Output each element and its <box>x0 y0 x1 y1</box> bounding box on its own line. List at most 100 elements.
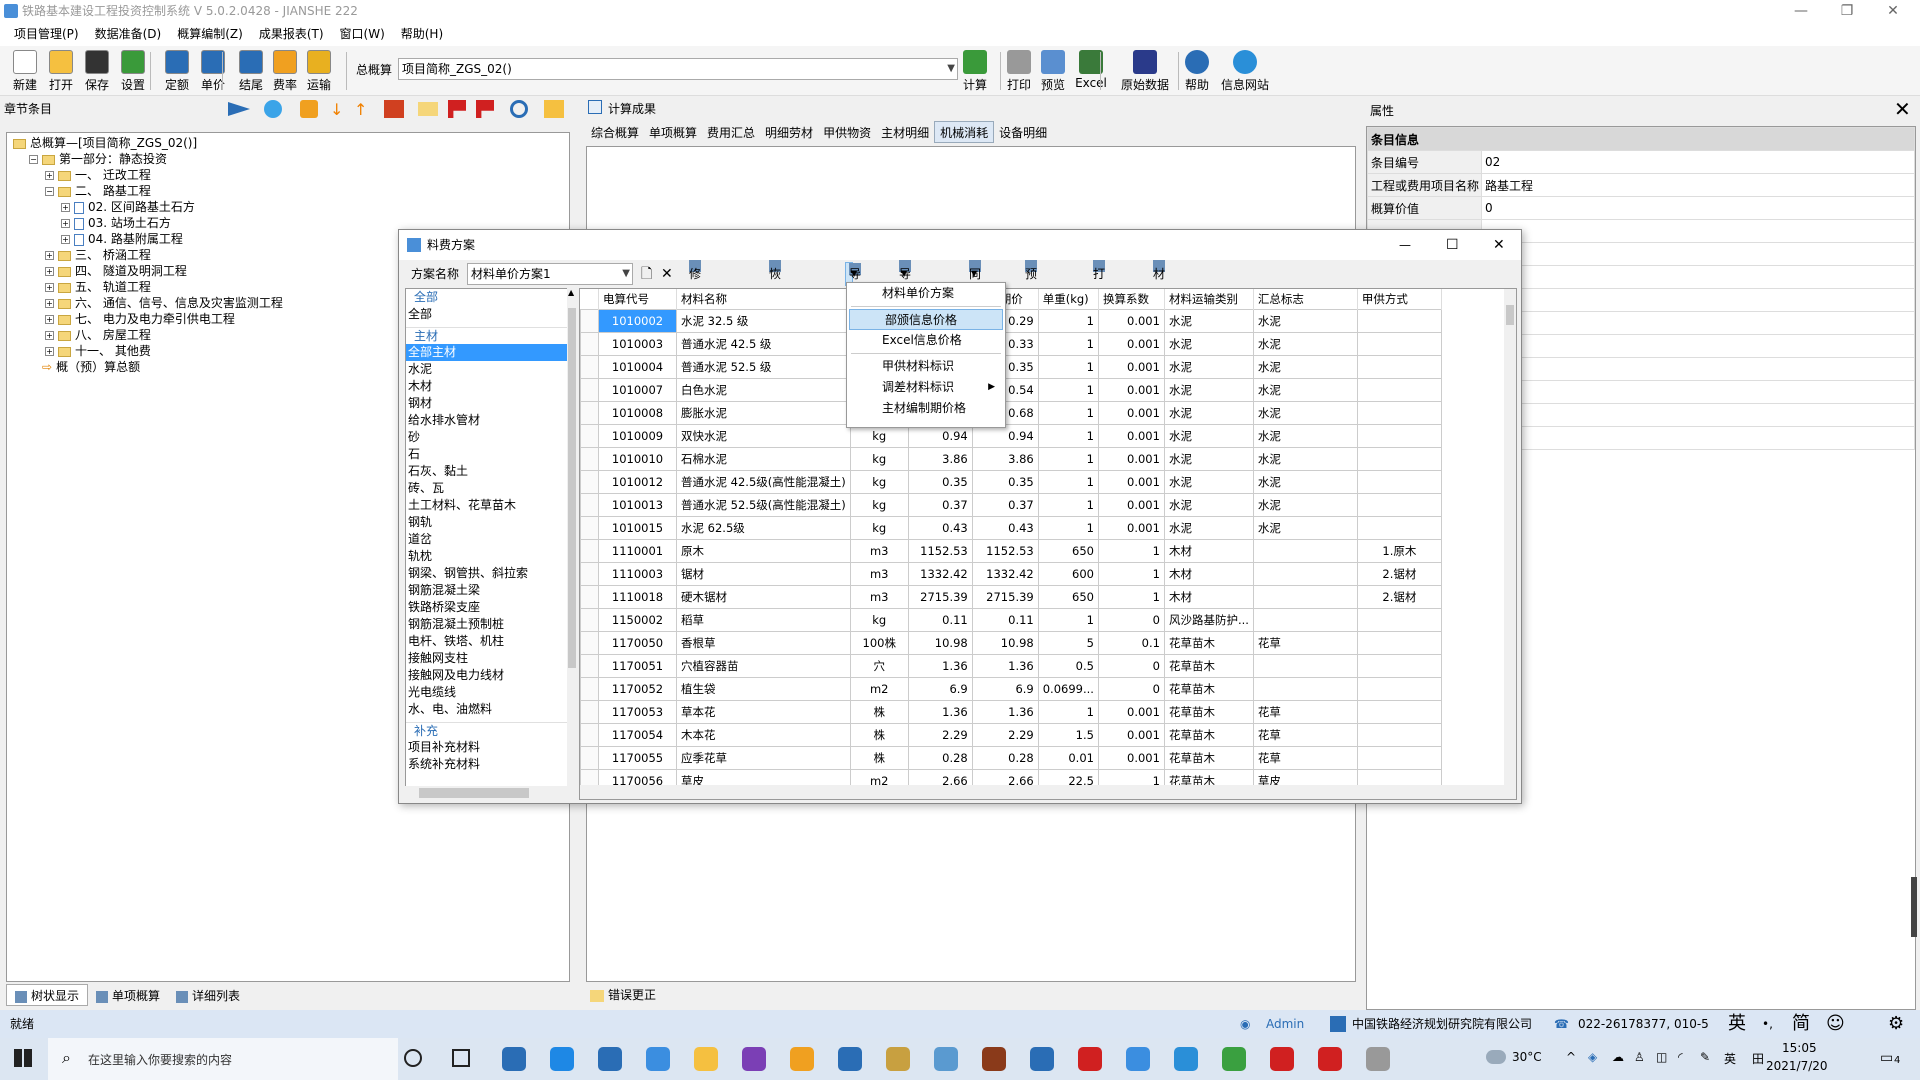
table-cell[interactable]: 0.43 <box>907 515 973 540</box>
toolbar-button[interactable]: 定额 <box>160 48 194 93</box>
row-header[interactable] <box>580 423 599 448</box>
table-cell[interactable]: 0.001 <box>1097 377 1165 402</box>
table-cell[interactable]: 水泥 <box>1163 446 1254 471</box>
table-cell[interactable]: 水泥 <box>1163 492 1254 517</box>
taskbar-search[interactable]: ⌕ 在这里输入你要搜索的内容 <box>48 1038 398 1080</box>
table-cell[interactable] <box>1356 745 1442 770</box>
table-cell[interactable]: 1010012 <box>598 469 677 494</box>
taskbar-app-icon[interactable] <box>1270 1047 1294 1071</box>
table-cell[interactable]: 水泥 <box>1252 423 1358 448</box>
table-cell[interactable]: kg <box>849 515 909 540</box>
table-row[interactable]: 1170052 植生袋 m2 6.9 6.9 0.0699... 0 花草苗木 <box>580 676 1442 701</box>
table-cell[interactable]: 普通水泥 42.5 级 <box>676 331 851 356</box>
table-cell[interactable]: 水泥 <box>1163 515 1254 540</box>
toolbar-button[interactable]: 新建 <box>8 48 42 93</box>
table-cell[interactable]: 花草 <box>1252 745 1358 770</box>
table-cell[interactable]: 香根草 <box>676 630 851 655</box>
toolbar-button[interactable]: 帮助 <box>1180 48 1214 93</box>
table-cell[interactable]: 水泥 <box>1252 469 1358 494</box>
dialog-minimize[interactable]: — <box>1399 230 1411 260</box>
punct-icon[interactable]: •, <box>1762 1010 1773 1038</box>
table-cell[interactable] <box>1356 653 1442 678</box>
table-cell[interactable] <box>1252 561 1358 586</box>
table-cell[interactable]: 600 <box>1037 561 1099 586</box>
table-cell[interactable]: 1150002 <box>598 607 677 632</box>
table-cell[interactable]: 1170053 <box>598 699 677 724</box>
table-cell[interactable]: 原木 <box>676 538 851 563</box>
table-row[interactable]: 1010004 普通水泥 52.5 级 0.35 1 0.001 水泥 水泥 <box>580 354 1442 379</box>
table-row[interactable]: 1010013 普通水泥 52.5级(高性能混凝土) kg 0.37 0.37 1 0.00… <box>580 492 1442 517</box>
expand-icon[interactable]: + <box>61 203 70 212</box>
row-header[interactable] <box>580 653 599 678</box>
category-item[interactable]: 光电缆线 <box>406 684 568 701</box>
category-item[interactable]: 铁路桥梁支座 <box>406 599 568 616</box>
grid-vscroll-thumb[interactable] <box>1506 305 1514 325</box>
table-cell[interactable]: 双快水泥 <box>676 423 851 448</box>
table-cell[interactable]: 木材 <box>1163 584 1254 609</box>
table-cell[interactable]: 0.001 <box>1097 308 1165 333</box>
tree-node[interactable]: − 第一部分：静态投资 <box>13 151 569 167</box>
category-item[interactable]: 全部主材 <box>406 344 568 361</box>
table-cell[interactable] <box>1356 377 1442 402</box>
table-cell[interactable]: 0.35 <box>907 469 973 494</box>
table-cell[interactable]: 0.11 <box>907 607 973 632</box>
table-cell[interactable] <box>1356 469 1442 494</box>
table-row[interactable]: 1010010 石棉水泥 kg 3.86 3.86 1 0.001 水泥 水泥 <box>580 446 1442 471</box>
expand-icon[interactable]: + <box>45 315 54 324</box>
table-cell[interactable]: 穴植容器苗 <box>676 653 851 678</box>
table-cell[interactable]: 水泥 <box>1163 400 1254 425</box>
table-row[interactable]: 1110003 锯材 m3 1332.42 1332.42 600 1 木材 2.锯材 <box>580 561 1442 586</box>
project-combo[interactable]: 项目简称_ZGS_02() ▼ <box>398 58 958 80</box>
table-cell[interactable] <box>1356 400 1442 425</box>
table-cell[interactable]: 1 <box>1037 469 1099 494</box>
table-cell[interactable]: 水泥 <box>1252 515 1358 540</box>
table-cell[interactable]: 水泥 <box>1163 308 1254 333</box>
table-cell[interactable]: 2.锯材 <box>1356 561 1442 586</box>
table-cell[interactable] <box>1356 607 1442 632</box>
table-cell[interactable]: 膨胀水泥 <box>676 400 851 425</box>
grid-vscroll[interactable] <box>1504 289 1516 799</box>
expand-icon[interactable]: + <box>45 283 54 292</box>
table-cell[interactable]: 1 <box>1037 699 1099 724</box>
taskbar-app-icon[interactable] <box>1078 1047 1102 1071</box>
table-cell[interactable] <box>1356 308 1442 333</box>
taskbar-app-icon[interactable] <box>934 1047 958 1071</box>
category-item[interactable]: 系统补充材料 <box>406 756 568 773</box>
table-cell[interactable]: 水泥 <box>1252 446 1358 471</box>
category-item[interactable]: 钢梁、钢管拱、斜拉索 <box>406 565 568 582</box>
menu-item[interactable]: 项目管理(P) <box>0 22 87 46</box>
weather-icon[interactable] <box>1486 1050 1506 1064</box>
weather-temp[interactable]: 30°C <box>1512 1050 1542 1064</box>
table-cell[interactable]: 1 <box>1037 331 1099 356</box>
table-row[interactable]: 1150002 稻草 kg 0.11 0.11 1 0 风沙路基防护... <box>580 607 1442 632</box>
table-cell[interactable]: 2715.39 <box>971 584 1039 609</box>
row-header[interactable] <box>580 607 599 632</box>
expand-icon[interactable]: + <box>45 171 54 180</box>
column-header[interactable]: 汇总标志 <box>1253 289 1358 309</box>
table-cell[interactable]: 应季花草 <box>676 745 851 770</box>
ime-grid-icon[interactable]: 田 <box>1752 1050 1764 1067</box>
cortana-icon[interactable] <box>404 1049 422 1067</box>
toolbar-button[interactable]: 设置 <box>116 48 150 93</box>
table-cell[interactable]: 1.36 <box>907 699 973 724</box>
table-cell[interactable]: 3.86 <box>971 446 1039 471</box>
table-cell[interactable]: 水泥 <box>1252 308 1358 333</box>
table-cell[interactable]: 水泥 <box>1163 331 1254 356</box>
table-cell[interactable] <box>1252 676 1358 701</box>
table-cell[interactable]: 0.35 <box>971 469 1039 494</box>
table-cell[interactable]: 0.001 <box>1097 469 1165 494</box>
expand-icon[interactable]: + <box>61 235 70 244</box>
table-cell[interactable]: 0.37 <box>971 492 1039 517</box>
expand-icon[interactable]: + <box>45 331 54 340</box>
expand-icon[interactable]: + <box>45 347 54 356</box>
property-value[interactable]: 02 <box>1481 150 1915 174</box>
windows-start-icon[interactable] <box>14 1049 32 1067</box>
row-header[interactable] <box>580 676 599 701</box>
table-cell[interactable]: 白色水泥 <box>676 377 851 402</box>
table-cell[interactable]: 650 <box>1037 584 1099 609</box>
folder-icon[interactable] <box>544 100 564 118</box>
table-cell[interactable] <box>1356 676 1442 701</box>
category-scroll-thumb[interactable] <box>568 308 576 668</box>
menu-item[interactable]: 数据准备(D) <box>87 22 170 46</box>
table-cell[interactable]: 普通水泥 52.5 级 <box>676 354 851 379</box>
